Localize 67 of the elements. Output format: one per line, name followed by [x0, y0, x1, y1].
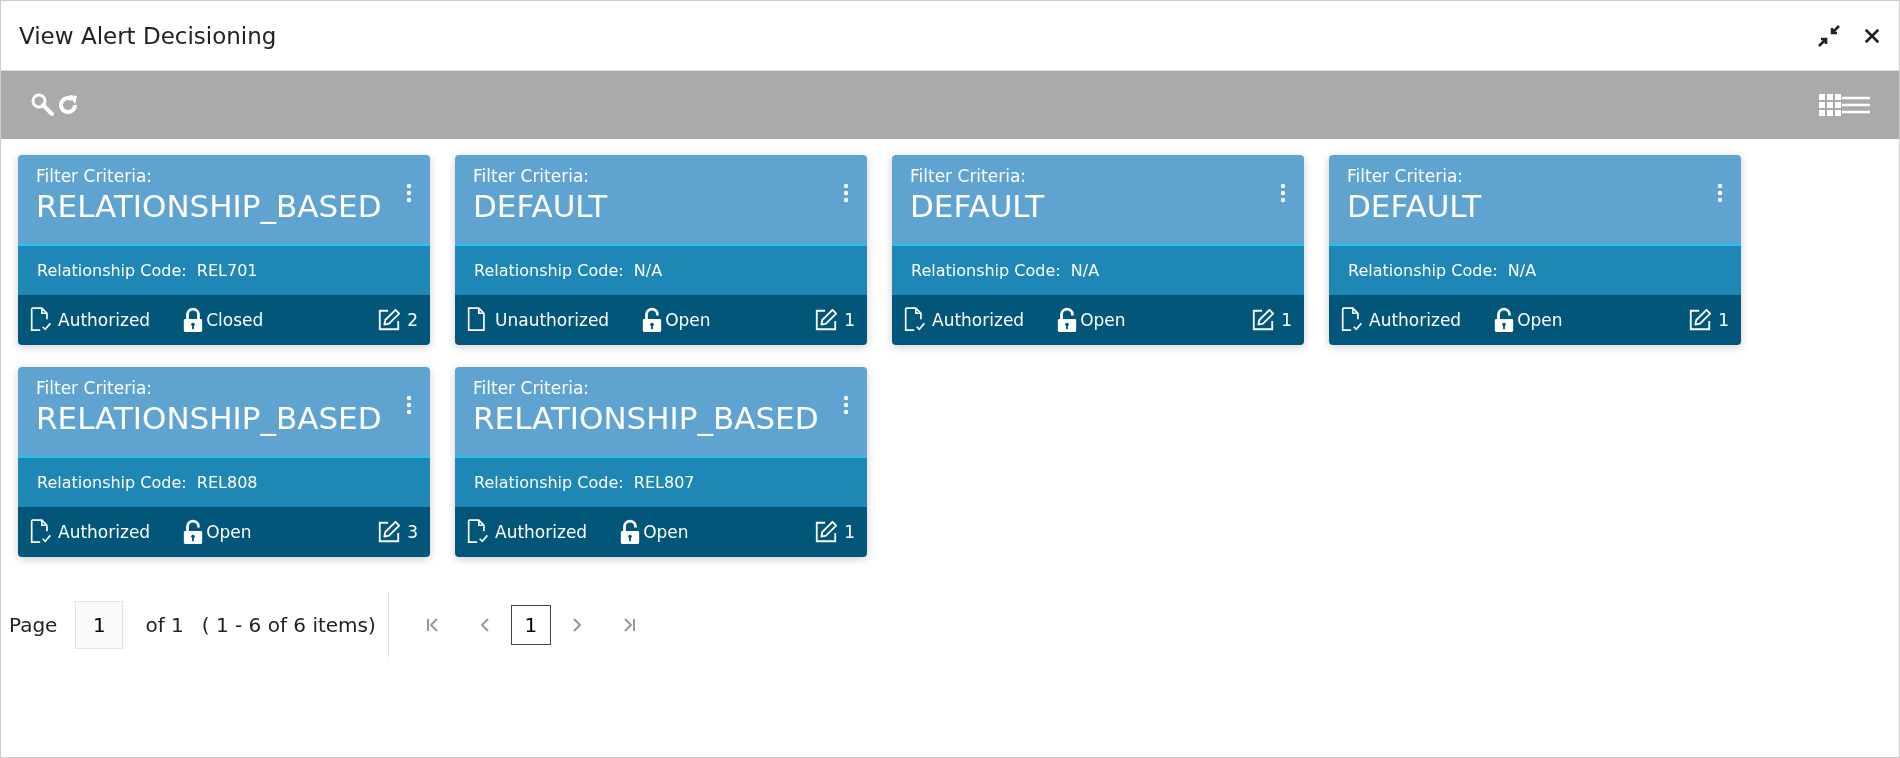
- relationship-code: Relationship Code: N/A: [1348, 261, 1537, 280]
- criteria-value: DEFAULT: [473, 188, 609, 224]
- alert-card[interactable]: Filter Criteria: DEFAULT Relationship Code: N/A Authorized Open 1: [1329, 155, 1741, 345]
- relationship-code: Relationship Code: N/A: [474, 261, 663, 280]
- criteria-label: Filter Criteria:: [36, 378, 154, 398]
- modification-count: 1: [1281, 310, 1292, 330]
- window-title: View Alert Decisioning: [19, 22, 278, 49]
- record-status: Open: [643, 522, 689, 542]
- relationship-code: Relationship Code: N/A: [911, 261, 1100, 280]
- refresh-icon[interactable]: [56, 93, 80, 117]
- criteria-label: Filter Criteria:: [473, 166, 591, 186]
- more-options-icon[interactable]: [1717, 183, 1723, 203]
- criteria-label: Filter Criteria:: [1347, 166, 1465, 186]
- edit-icon: [377, 520, 402, 544]
- relationship-code: Relationship Code: REL807: [474, 473, 695, 492]
- more-options-icon[interactable]: [843, 395, 849, 415]
- edit-icon: [814, 520, 839, 544]
- edit-icon: [377, 308, 402, 332]
- page-count: of 1: [145, 613, 184, 637]
- more-options-icon[interactable]: [406, 395, 412, 415]
- close-icon[interactable]: [1863, 26, 1881, 45]
- authorization-status: Authorized: [1369, 310, 1462, 330]
- record-status: Open: [1080, 310, 1126, 330]
- authorization-status: Authorized: [495, 522, 588, 542]
- authorization-status: Authorized: [58, 310, 151, 330]
- criteria-value: RELATIONSHIP_BASED: [36, 400, 383, 436]
- modification-count: 3: [407, 522, 418, 542]
- more-options-icon[interactable]: [843, 183, 849, 203]
- record-status: Open: [1517, 310, 1563, 330]
- relationship-code: Relationship Code: REL808: [37, 473, 258, 492]
- criteria-value: DEFAULT: [910, 188, 1046, 224]
- alert-card[interactable]: Filter Criteria: DEFAULT Relationship Code: N/A Authorized Open 1: [892, 155, 1304, 345]
- criteria-label: Filter Criteria:: [36, 166, 154, 186]
- item-range: ( 1 - 6 of 6 items): [201, 613, 376, 637]
- authorization-status: Authorized: [932, 310, 1025, 330]
- authorization-status: Authorized: [58, 522, 151, 542]
- criteria-label: Filter Criteria:: [473, 378, 591, 398]
- more-options-icon[interactable]: [1280, 183, 1286, 203]
- criteria-value: RELATIONSHIP_BASED: [473, 400, 820, 436]
- relationship-code: Relationship Code: REL701: [37, 261, 258, 280]
- more-options-icon[interactable]: [406, 183, 412, 203]
- modification-count: 2: [407, 310, 418, 330]
- alert-card[interactable]: Filter Criteria: RELATIONSHIP_BASED Relationship Code: REL808 Authorized Open 3: [18, 367, 430, 557]
- alert-card[interactable]: Filter Criteria: RELATIONSHIP_BASED Relationship Code: REL701 Authorized Closed 2: [18, 155, 430, 345]
- authorization-status: Unauthorized: [495, 310, 610, 330]
- modification-count: 1: [844, 522, 855, 542]
- edit-icon: [814, 308, 839, 332]
- page-label: Page: [9, 613, 58, 637]
- edit-icon: [1688, 308, 1713, 332]
- alert-card[interactable]: Filter Criteria: RELATIONSHIP_BASED Relationship Code: REL807 Authorized Open 1: [455, 367, 867, 557]
- record-status: Closed: [206, 310, 264, 330]
- menu-icon[interactable]: [1842, 95, 1870, 115]
- criteria-value: RELATIONSHIP_BASED: [36, 188, 383, 224]
- first-page-icon[interactable]: [424, 617, 441, 633]
- page-input[interactable]: 1: [75, 601, 124, 649]
- alert-card[interactable]: Filter Criteria: DEFAULT Relationship Code: N/A Unauthorized Open 1: [455, 155, 867, 345]
- modification-count: 1: [844, 310, 855, 330]
- page-number[interactable]: 1: [510, 605, 551, 645]
- search-icon[interactable]: [30, 92, 56, 118]
- edit-icon: [1251, 308, 1276, 332]
- collapse-icon[interactable]: [1817, 23, 1841, 48]
- criteria-value: DEFAULT: [1347, 188, 1483, 224]
- modification-count: 1: [1718, 310, 1729, 330]
- criteria-label: Filter Criteria:: [910, 166, 1028, 186]
- record-status: Open: [206, 522, 252, 542]
- grid-view-icon[interactable]: [1818, 93, 1842, 117]
- record-status: Open: [665, 310, 711, 330]
